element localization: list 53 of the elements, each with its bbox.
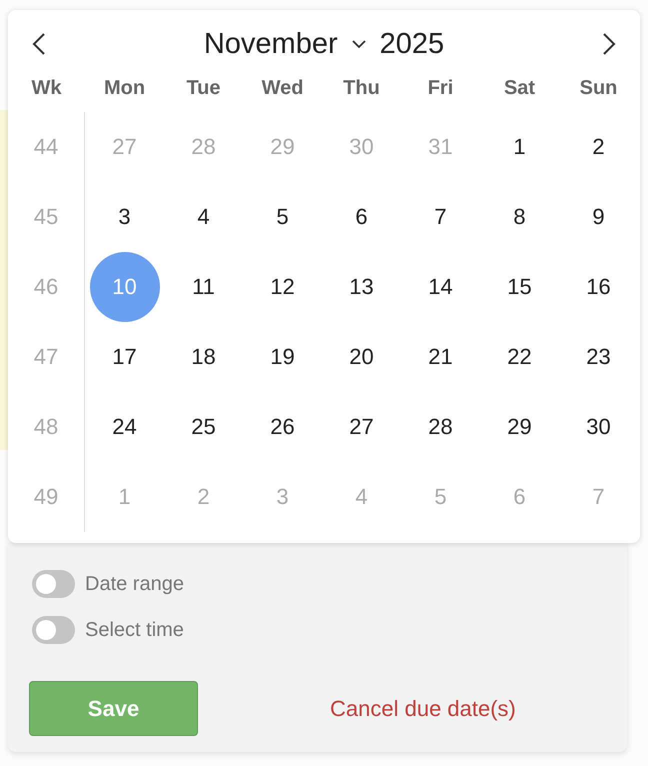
month-dropdown[interactable]: November (204, 28, 338, 60)
day-cell[interactable]: 2 (564, 112, 634, 182)
day-cell[interactable]: 22 (484, 322, 554, 392)
day-cell[interactable]: 26 (248, 392, 318, 462)
cancel-link[interactable]: Cancel due date(s) (330, 696, 516, 722)
day-cell[interactable]: 5 (248, 182, 318, 252)
caret-icon[interactable] (352, 39, 366, 49)
day-cell[interactable]: 27 (326, 392, 396, 462)
day-cell[interactable]: 30 (564, 392, 634, 462)
weekday-header: Sun (578, 76, 618, 100)
day-cell[interactable]: 25 (168, 392, 238, 462)
day-cell[interactable]: 20 (326, 322, 396, 392)
option-label: Select time (85, 618, 184, 642)
week-number: 49 (34, 484, 58, 510)
weekday-header: Wed (260, 76, 304, 100)
week-number: 48 (34, 414, 58, 440)
chevron-left-icon[interactable] (32, 32, 46, 56)
day-cell[interactable]: 17 (90, 322, 160, 392)
toggle-switch[interactable] (32, 616, 75, 644)
week-number: 45 (34, 204, 58, 230)
day-cell[interactable]: 7 (406, 182, 476, 252)
day-cell[interactable]: 23 (564, 322, 634, 392)
day-cell[interactable]: 9 (564, 182, 634, 252)
day-cell[interactable]: 28 (406, 392, 476, 462)
toggle-switch[interactable] (32, 570, 75, 598)
day-cell[interactable]: 13 (326, 252, 396, 322)
day-cell[interactable]: 19 (248, 322, 318, 392)
day-cell[interactable]: 24 (90, 392, 160, 462)
day-cell[interactable]: 11 (168, 252, 238, 322)
day-cell[interactable]: 4 (168, 182, 238, 252)
weekday-header: Thu (342, 76, 381, 100)
day-cell[interactable]: 3 (90, 182, 160, 252)
day-cell[interactable]: 16 (564, 252, 634, 322)
day-cell[interactable]: 12 (248, 252, 318, 322)
weekday-header: Wk (30, 76, 62, 100)
day-cell[interactable]: 1 (484, 112, 554, 182)
week-number: 46 (34, 274, 58, 300)
weekday-header: Mon (102, 76, 146, 100)
week-number: 44 (34, 134, 58, 160)
day-cell[interactable]: 18 (168, 322, 238, 392)
weekday-header: Tue (185, 76, 222, 100)
chevron-right-icon[interactable] (602, 32, 616, 56)
day-cell[interactable]: 6 (326, 182, 396, 252)
day-cell[interactable]: 29 (484, 392, 554, 462)
year-label[interactable]: 2025 (380, 28, 444, 60)
weekday-header: Sat (502, 76, 536, 100)
day-cell[interactable]: 8 (484, 182, 554, 252)
day-cell[interactable]: 14 (406, 252, 476, 322)
option-label: Date range (85, 572, 184, 596)
day-cell[interactable]: 21 (406, 322, 476, 392)
week-number: 47 (34, 344, 58, 370)
day-cell[interactable]: 15 (484, 252, 554, 322)
weekday-header: Fri (426, 76, 454, 100)
